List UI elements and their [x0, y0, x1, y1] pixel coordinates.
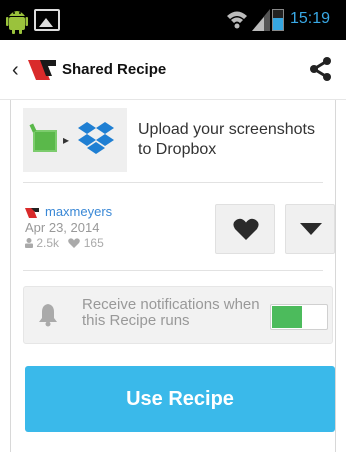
- signal-icon: [252, 9, 270, 31]
- notification-setting: Receive notifications when this Recipe r…: [23, 286, 333, 344]
- heart-icon: [233, 218, 259, 240]
- publish-date: Apr 23, 2014: [25, 220, 100, 235]
- recipe-card[interactable]: ▸ Upload your screenshots to Dropbox: [23, 108, 323, 172]
- toggle-knob: [303, 306, 325, 328]
- page-title: Shared Recipe: [62, 61, 167, 78]
- status-bar: 15:19: [0, 0, 346, 40]
- more-options-button[interactable]: [285, 204, 335, 254]
- user-icon: [25, 238, 33, 248]
- divider: [23, 182, 323, 183]
- dropbox-icon: [78, 122, 114, 154]
- share-icon[interactable]: [308, 54, 334, 84]
- author-link[interactable]: maxmeyers: [45, 204, 112, 219]
- back-chevron-icon[interactable]: ‹: [12, 60, 19, 80]
- ifttt-logo-icon[interactable]: [28, 58, 56, 82]
- author-block: maxmeyers Apr 23, 2014 2.5k 165: [23, 198, 223, 268]
- recipe-stats: 2.5k 165: [25, 236, 104, 250]
- toggle-on-indicator: [272, 306, 302, 328]
- action-bar: ‹ Shared Recipe: [0, 40, 346, 100]
- chevron-down-icon: [300, 223, 322, 235]
- divider: [23, 270, 323, 271]
- notification-label: Receive notifications when this Recipe r…: [82, 296, 260, 329]
- heart-icon: [68, 238, 81, 248]
- recipe-description: Upload your screenshots to Dropbox: [138, 121, 315, 158]
- favorite-button[interactable]: [215, 204, 275, 254]
- battery-icon: [272, 9, 284, 31]
- image-icon: [34, 9, 60, 31]
- favorites-count: 165: [83, 236, 104, 250]
- wifi-icon: [227, 11, 247, 29]
- arrow-icon: ▸: [63, 133, 70, 147]
- recipe-icons: ▸: [23, 108, 127, 172]
- author-avatar-icon: [25, 208, 39, 218]
- use-recipe-button[interactable]: Use Recipe: [25, 366, 335, 432]
- recipe-detail: ▸ Upload your screenshots to Dropbox max…: [10, 100, 336, 452]
- notifications-toggle[interactable]: [270, 304, 328, 330]
- android-image-icon: [33, 130, 57, 152]
- bell-icon: [39, 304, 57, 327]
- status-time: 15:19: [290, 10, 331, 27]
- android-icon: [6, 11, 28, 34]
- uses-count: 2.5k: [36, 236, 60, 250]
